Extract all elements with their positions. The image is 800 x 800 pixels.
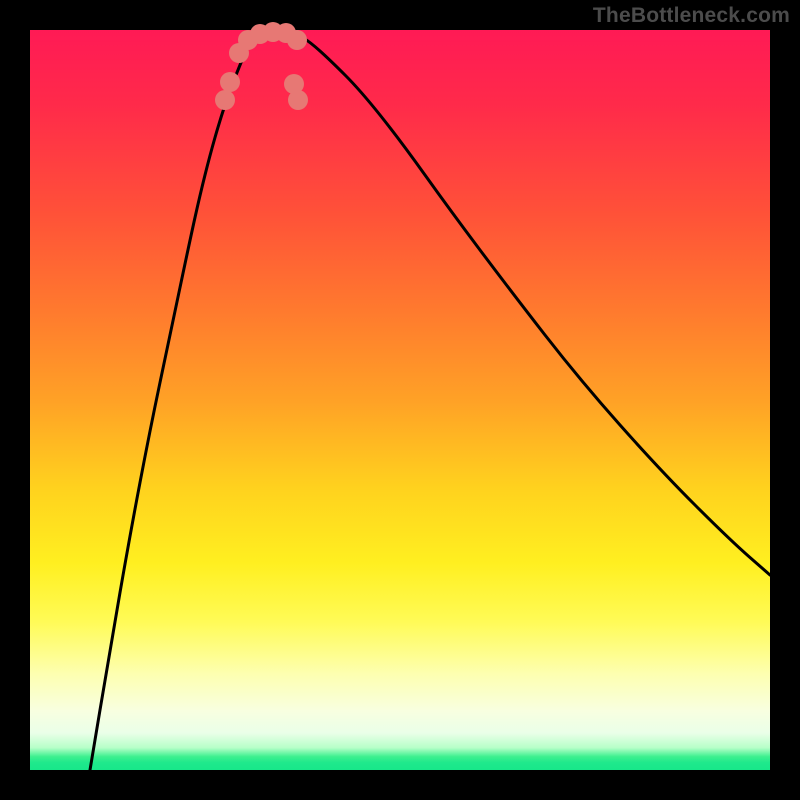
- curve-marker: [288, 90, 308, 110]
- chart-frame: TheBottleneck.com: [0, 0, 800, 800]
- curve-marker: [215, 90, 235, 110]
- bottleneck-curve: [90, 32, 770, 770]
- curve-marker: [287, 30, 307, 50]
- curve-markers: [215, 22, 308, 110]
- chart-svg: [30, 30, 770, 770]
- chart-plot-area: [30, 30, 770, 770]
- watermark-text: TheBottleneck.com: [593, 4, 790, 28]
- curve-marker: [220, 72, 240, 92]
